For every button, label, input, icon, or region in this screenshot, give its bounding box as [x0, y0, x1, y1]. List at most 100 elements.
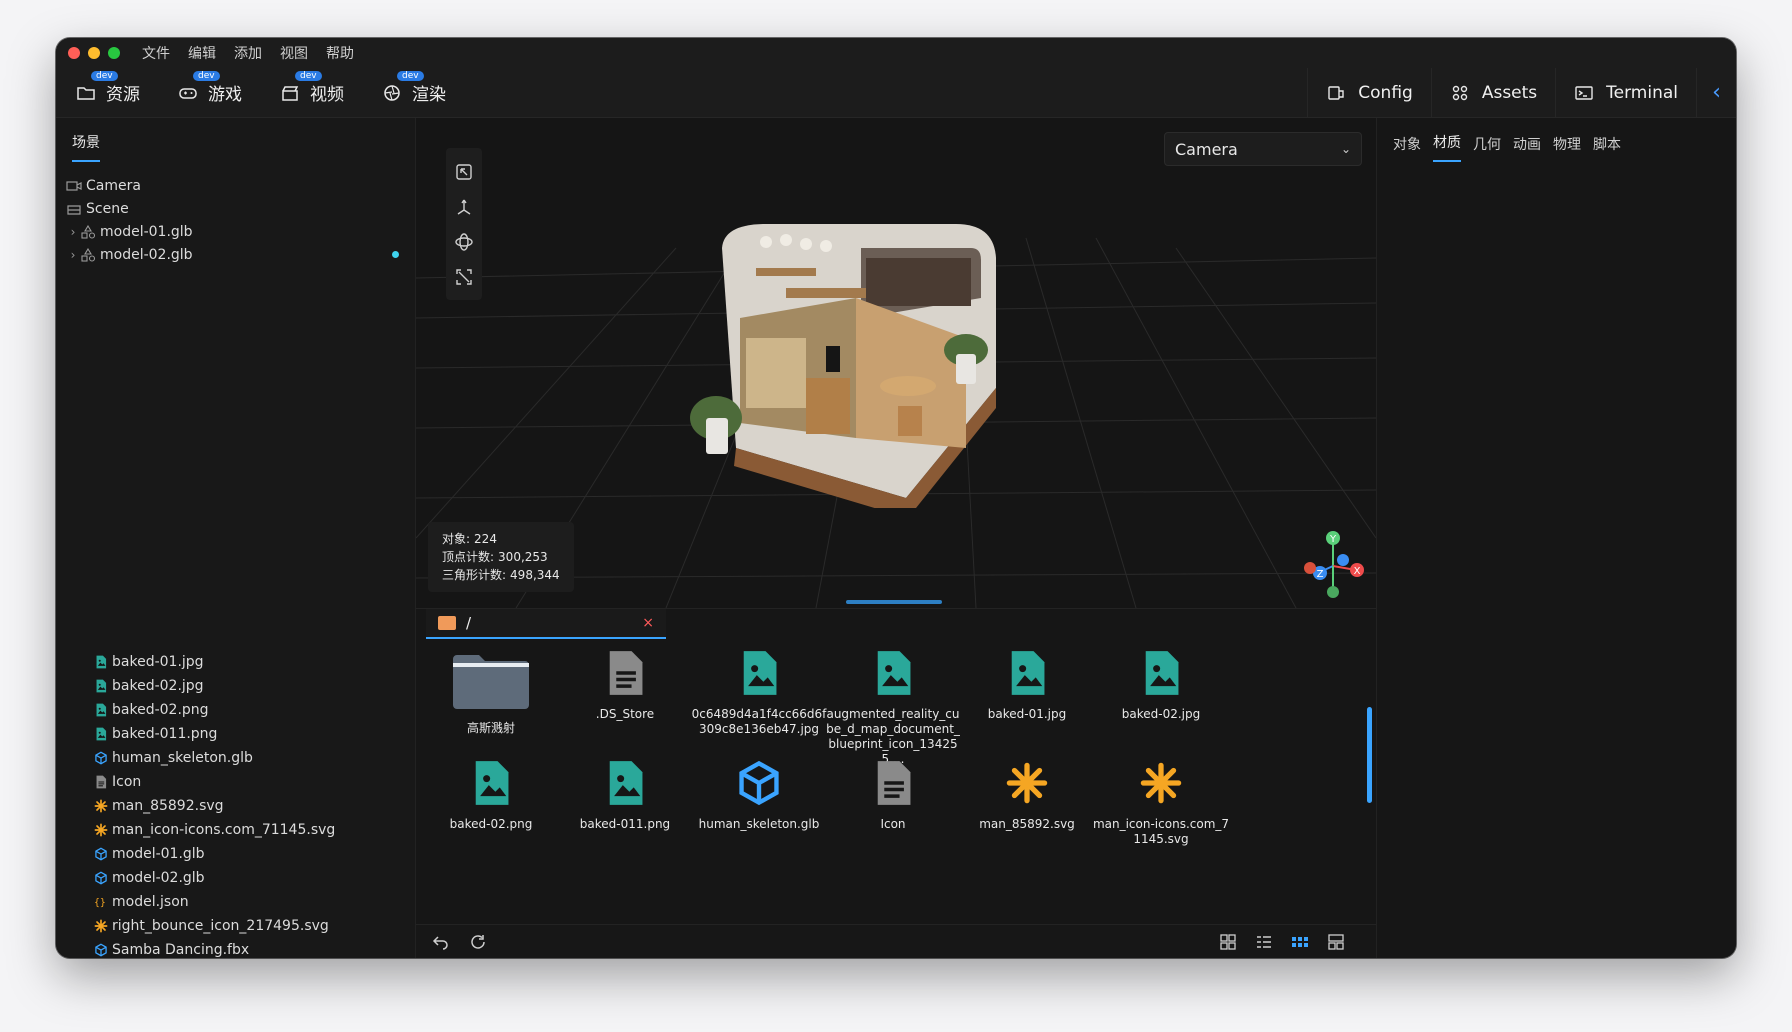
asset-grid: 高斯溅射 .DS_Store 0c6489d4a1f4cc66d6f309c8e13…	[416, 649, 1356, 915]
tab-label: 视频	[310, 85, 344, 105]
asset-item[interactable]: baked-01.jpg	[952, 649, 1102, 722]
fullscreen-icon[interactable]	[454, 267, 474, 287]
folder-icon	[438, 616, 456, 630]
camera-select-value: Camera	[1175, 139, 1238, 159]
move-tool-icon[interactable]	[454, 197, 474, 217]
file-list-item[interactable]: model-02.glb	[94, 866, 416, 890]
asset-item[interactable]: baked-02.png	[416, 759, 566, 832]
asset-item[interactable]: .DS_Store	[550, 649, 700, 722]
file-list-item[interactable]: baked-02.jpg	[94, 674, 416, 698]
gallery-view-icon[interactable]	[1326, 932, 1346, 952]
file-label: model.json	[112, 894, 189, 910]
tab-prop-1[interactable]: 材质	[1433, 132, 1461, 162]
tab-assets-panel[interactable]: Assets	[1430, 68, 1555, 117]
tab-label: Terminal	[1606, 82, 1678, 103]
tab-render[interactable]: dev 渲染	[382, 68, 446, 117]
stat-value: 498,344	[510, 568, 560, 582]
axis-neg-y[interactable]	[1327, 586, 1339, 598]
menu-view[interactable]: 视图	[280, 43, 308, 63]
axis-gizmo[interactable]: Y X Z	[1296, 528, 1370, 602]
maximize-window-button[interactable]	[108, 47, 120, 59]
collapse-panel-button[interactable]: ‹	[1696, 68, 1736, 117]
tree-item-camera[interactable]: Camera	[56, 174, 415, 197]
tab-game[interactable]: dev 游戏	[178, 68, 242, 117]
asset-browser: / × 高斯溅射 .DS_Store 0c6489d4a1f4cc66d6f309c…	[416, 608, 1376, 958]
file-list-item[interactable]: right_bounce_icon_217495.svg	[94, 914, 416, 938]
tab-prop-0[interactable]: 对象	[1393, 134, 1421, 162]
path-tab[interactable]: / ×	[426, 609, 666, 639]
tab-prop-5[interactable]: 脚本	[1593, 134, 1621, 162]
file-list-item[interactable]: Samba Dancing.fbx	[94, 938, 416, 958]
path-text: /	[466, 614, 472, 632]
scrollbar[interactable]	[1367, 707, 1372, 803]
file-label: model-01.glb	[112, 846, 205, 862]
close-icon[interactable]: ×	[642, 615, 654, 631]
file-list-item[interactable]: baked-011.png	[94, 722, 416, 746]
grid-view-icon[interactable]	[1218, 932, 1238, 952]
dev-badge: dev	[397, 71, 424, 81]
asset-item[interactable]: Icon	[818, 759, 968, 832]
tab-video[interactable]: dev 视频	[280, 68, 344, 117]
menu-file[interactable]: 文件	[142, 43, 170, 63]
image-file-icon	[96, 679, 107, 693]
tab-prop-4[interactable]: 物理	[1553, 134, 1581, 162]
folder-item[interactable]: 高斯溅射	[416, 649, 566, 736]
tree-item-scene[interactable]: Scene	[56, 197, 415, 220]
file-list-item[interactable]: baked-02.png	[94, 698, 416, 722]
camera-select[interactable]: Camera ⌄	[1164, 132, 1362, 166]
grid-icon	[1452, 85, 1468, 100]
asset-item[interactable]: augmented_reality_cube_d_map_document_bl…	[818, 649, 968, 767]
list-view-icon[interactable]	[1254, 932, 1274, 952]
tab-assets[interactable]: dev 资源	[76, 68, 140, 117]
tree-item-label: model-02.glb	[100, 246, 193, 263]
view-mode-buttons	[1218, 932, 1346, 952]
tree-item-model-01[interactable]: › model-01.glb	[56, 220, 415, 243]
asset-label: human_skeleton.glb	[698, 817, 820, 831]
select-tool-icon[interactable]	[454, 162, 474, 182]
back-icon[interactable]	[430, 932, 450, 952]
refresh-icon[interactable]	[468, 932, 488, 952]
asset-item[interactable]: baked-02.jpg	[1086, 649, 1236, 722]
rotate-tool-icon[interactable]	[454, 232, 474, 252]
asset-item[interactable]: man_85892.svg	[952, 759, 1102, 832]
file-list-item[interactable]: man_icon-icons.com_71145.svg	[94, 818, 416, 842]
browser-bottom-bar	[416, 924, 1376, 958]
aperture-icon	[384, 84, 400, 101]
menu-edit[interactable]: 编辑	[188, 43, 216, 63]
file-list-item[interactable]: {} model.json	[94, 890, 416, 914]
viewport-resize-handle[interactable]	[846, 600, 942, 604]
axis-neg-x[interactable]	[1304, 562, 1316, 574]
file-label: man_icon-icons.com_71145.svg	[112, 822, 336, 838]
tab-prop-3[interactable]: 动画	[1513, 134, 1541, 162]
menu-help[interactable]: 帮助	[326, 43, 354, 63]
file-list-item[interactable]: human_skeleton.glb	[94, 746, 416, 770]
file-list-item[interactable]: Icon	[94, 770, 416, 794]
asset-item[interactable]: man_icon-icons.com_71145.svg	[1086, 759, 1236, 847]
app-window: 文件 编辑 添加 视图 帮助 dev 资源 dev 游戏 dev 视频 dev …	[56, 38, 1736, 958]
tree-item-model-02[interactable]: › model-02.glb	[56, 243, 415, 266]
chevron-right-icon[interactable]: ›	[66, 225, 80, 239]
file-list-item[interactable]: model-01.glb	[94, 842, 416, 866]
axis-neg-z[interactable]	[1337, 554, 1349, 566]
tab-label: 渲染	[412, 85, 446, 105]
close-window-button[interactable]	[68, 47, 80, 59]
asset-item[interactable]: 0c6489d4a1f4cc66d6f309c8e136eb47.jpg	[684, 649, 834, 737]
minimize-window-button[interactable]	[88, 47, 100, 59]
tab-terminal[interactable]: Terminal	[1555, 68, 1696, 117]
small-grid-view-icon[interactable]	[1290, 932, 1310, 952]
asset-item[interactable]: human_skeleton.glb	[684, 759, 834, 832]
asset-item[interactable]: baked-011.png	[550, 759, 700, 832]
asterisk-icon	[1140, 762, 1182, 804]
3d-viewport[interactable]: Camera ⌄ 对象: 224 顶点计数: 300,253 三角形计数: 49…	[416, 118, 1376, 608]
tab-scene[interactable]: 场景	[72, 132, 100, 162]
tab-prop-2[interactable]: 几何	[1473, 134, 1501, 162]
menu-add[interactable]: 添加	[234, 43, 262, 63]
file-list-item[interactable]: man_85892.svg	[94, 794, 416, 818]
chevron-down-icon: ⌄	[1340, 142, 1351, 156]
tab-config[interactable]: Config	[1307, 68, 1431, 117]
chevron-right-icon[interactable]: ›	[66, 248, 80, 262]
asset-label: 高斯溅射	[466, 721, 515, 735]
menu-bar: 文件 编辑 添加 视图 帮助	[56, 38, 1736, 68]
stat-triangles: 三角形计数: 498,344	[442, 566, 560, 584]
file-list-item[interactable]: baked-01.jpg	[94, 650, 416, 674]
